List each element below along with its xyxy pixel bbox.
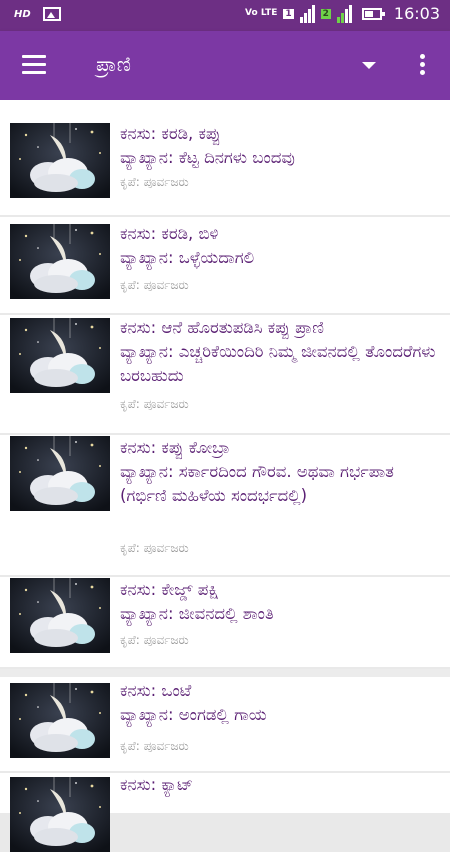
list-item[interactable]: ಕನಸು: ಕಪ್ಪು ಕೋಬ್ರಾ ವ್ಯಾಖ್ಯಾನ: ಸರ್ಕಾರದಿಂದ…	[0, 435, 450, 575]
sim2-badge: 2	[320, 8, 331, 19]
credit-text: ಕೃಪೆ: ಪೂರ್ವಜರು	[120, 541, 189, 555]
dream-meaning: ವ್ಯಾಖ್ಯಾನ: ಸರ್ಕಾರದಿಂದ ಗೌರವ. ಅಥವಾ ಗರ್ಭಪಾತ…	[120, 462, 394, 505]
list-item[interactable]: ಕನಸು: ಕರಡಿ, ಬಿಳಿ ವ್ಯಾಖ್ಯಾನ: ಒಳ್ಳೆಯದಾಗಲಿ …	[0, 217, 450, 313]
moon-cloud-thumbnail	[10, 318, 110, 393]
dream-title: ಕನಸು: ಕ್ಯಾಟ್	[120, 775, 194, 794]
dream-title: ಕನಸು: ಕೇಜ್ಡ್ ಪಕ್ಷಿ	[120, 580, 219, 599]
dream-meaning: ವ್ಯಾಖ್ಯಾನ: ಜೀವನದಲ್ಲಿ ಶಾಂತಿ	[120, 604, 274, 623]
gallery-icon	[42, 7, 61, 21]
dream-title: ಕನಸು: ಕರಡಿ, ಕಪ್ಪು	[120, 124, 221, 143]
clock: 16:03	[393, 4, 440, 23]
moon-cloud-thumbnail	[10, 436, 110, 511]
status-bar: HD Vo LTE 1 2 16:03	[0, 0, 450, 31]
moon-cloud-thumbnail	[10, 578, 110, 653]
dream-title: ಕನಸು: ಕಪ್ಪು ಕೋಬ್ರಾ	[120, 438, 230, 457]
dream-meaning: ವ್ಯಾಖ್ಯಾನ: ಒಳ್ಳೆಯದಾಗಲಿ	[120, 248, 255, 267]
list-item[interactable]: ಕನಸು: ಆನೆ ಹೊರತುಪಡಿಸಿ ಕಪ್ಪು ಪ್ರಾಣಿ ವ್ಯಾಖ್…	[0, 315, 450, 433]
dream-title: ಕನಸು: ಒಂಟೆ	[120, 681, 192, 700]
hamburger-menu-icon[interactable]	[22, 55, 46, 75]
moon-cloud-thumbnail	[10, 224, 110, 299]
section-divider	[0, 669, 450, 677]
credit-text: ಕೃಪೆ: ಪೂರ್ವಜರು	[120, 739, 189, 753]
list-item[interactable]: ಕನಸು: ಒಂಟೆ ವ್ಯಾಖ್ಯಾನ: ಅಂಗಡಲ್ಲಿ ಗಾಯ ಕೃಪೆ:…	[0, 677, 450, 771]
sim1-badge: 1	[283, 8, 294, 19]
moon-cloud-thumbnail	[10, 777, 110, 852]
dream-meaning: ವ್ಯಾಖ್ಯಾನ: ಅಂಗಡಲ್ಲಿ ಗಾಯ	[120, 705, 267, 724]
dream-meaning: ವ್ಯಾಖ್ಯಾನ: ಎಚ್ಚರಿಕೆಯಿಂದಿರಿ ನಿಮ್ಮ ಜೀವನದಲ್…	[120, 342, 436, 385]
moon-cloud-thumbnail	[10, 683, 110, 758]
dream-list: ಕನಸು: ಕರಡಿ, ಕಪ್ಪು ವ್ಯಾಖ್ಯಾನ: ಕೆಟ್ಟ ದಿನಗಳ…	[0, 100, 450, 852]
battery-icon	[361, 7, 385, 20]
dream-title: ಕನಸು: ಆನೆ ಹೊರತುಪಡಿಸಿ ಕಪ್ಪು ಪ್ರಾಣಿ	[120, 318, 324, 337]
moon-cloud-thumbnail	[10, 123, 110, 198]
credit-text: ಕೃಪೆ: ಪೂರ್ವಜರು	[120, 397, 189, 411]
signal-icon-2	[336, 4, 352, 23]
dream-title: ಕನಸು: ಕರಡಿ, ಬಿಳಿ	[120, 224, 219, 243]
page-title: ಪ್ರಾಣಿ	[96, 52, 131, 76]
dropdown-arrow-icon[interactable]	[362, 62, 376, 69]
list-item[interactable]: ಕನಸು: ಕ್ಯಾಟ್	[0, 773, 450, 852]
list-item[interactable]: ಕನಸು: ಕೇಜ್ಡ್ ಪಕ್ಷಿ ವ್ಯಾಖ್ಯಾನ: ಜೀವನದಲ್ಲಿ …	[0, 577, 450, 667]
volte-indicator: Vo LTE	[245, 8, 278, 18]
signal-icon	[299, 4, 315, 23]
dream-meaning: ವ್ಯಾಖ್ಯಾನ: ಕೆಟ್ಟ ದಿನಗಳು ಬಂದವು	[120, 148, 295, 167]
credit-text: ಕೃಪೆ: ಪೂರ್ವಜರು	[120, 633, 189, 647]
list-item[interactable]: ಕನಸು: ಕರಡಿ, ಕಪ್ಪು ವ್ಯಾಖ್ಯಾನ: ಕೆಟ್ಟ ದಿನಗಳ…	[0, 100, 450, 215]
credit-text: ಕೃಪೆ: ಪೂರ್ವಜರು	[120, 278, 189, 292]
app-bar: ಪ್ರಾಣಿ	[0, 31, 450, 100]
hd-indicator: HD	[14, 8, 31, 20]
overflow-menu-icon[interactable]	[418, 54, 426, 78]
credit-text: ಕೃಪೆ: ಪೂರ್ವಜರು	[120, 175, 189, 189]
